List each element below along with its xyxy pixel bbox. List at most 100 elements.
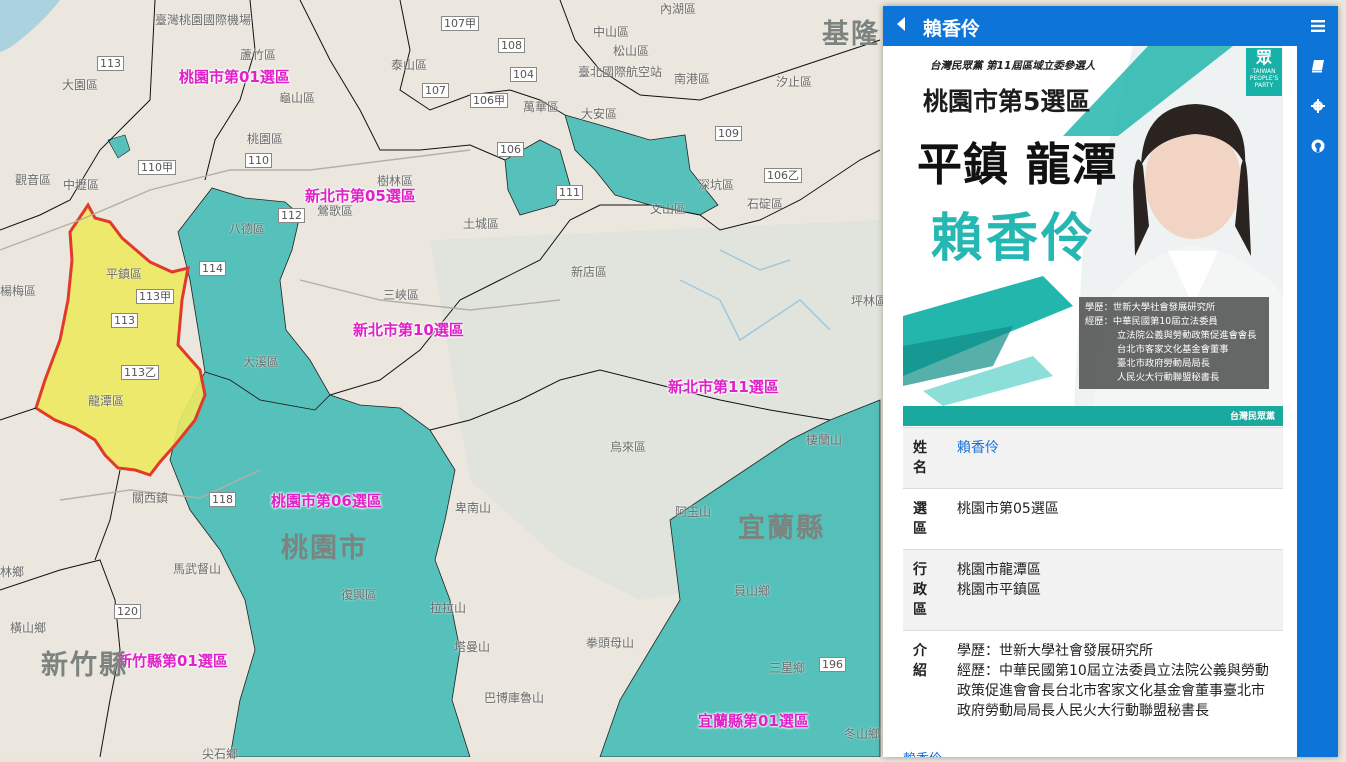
info-key: 行政區: [903, 549, 947, 631]
gear-glyph: [1310, 99, 1325, 113]
poster-cv-line: 臺北市政府勞動局局長: [1117, 358, 1210, 369]
poster-towns-line: 平鎮 龍潭: [917, 138, 1118, 191]
info-key: 選區: [903, 488, 947, 550]
town-label: 土城區: [463, 217, 500, 231]
sidebar-tabs: [1297, 40, 1338, 757]
candidate-bottom-link[interactable]: 賴香伶: [903, 748, 942, 757]
poster-party-line: 台灣民眾黨 第11屆區域立委參選人: [930, 60, 1096, 72]
town-label: 平鎮區: [106, 267, 143, 281]
info-value-line: 桃園市龍潭區: [957, 562, 1041, 578]
github-icon[interactable]: [1297, 126, 1338, 166]
road-label: 107: [422, 83, 449, 98]
sidebar-panel: 賴香伶 台灣民眾黨 第11屆區域立委參選人 桃園市第5選區 平鎮 龍潭 賴香伶 …: [883, 6, 1338, 757]
town-label: 桃園區: [247, 132, 284, 146]
road-label: 113乙: [121, 365, 159, 380]
town-label: 阿玉山: [675, 505, 712, 519]
info-value-line: 經歷：中華民國第10屆立法委員立法院公義與勞動政策促進會會長台北市客家文化基金會…: [957, 663, 1269, 719]
road-label: 110: [245, 153, 272, 168]
poster-cv-line: 經歷：中華民國第10屆立法委員: [1085, 316, 1218, 327]
town-label: 馬武督山: [173, 562, 222, 576]
sidebar-content[interactable]: 台灣民眾黨 第11屆區域立委參選人 桃園市第5選區 平鎮 龍潭 賴香伶 眾 TA…: [903, 46, 1283, 757]
town-label: 員山鄉: [734, 584, 771, 598]
town-label: 拳頭母山: [586, 636, 635, 650]
town-label: 楊梅區: [0, 284, 37, 298]
town-label: 鶯歌區: [317, 204, 354, 218]
town-label: 塔曼山: [454, 640, 491, 654]
road-label: 113: [97, 56, 124, 71]
road-label: 112: [278, 208, 305, 223]
road-label: 111: [556, 185, 583, 200]
town-label: 泰山區: [391, 58, 428, 72]
town-label: 蘆竹區: [240, 48, 277, 62]
poster-footer-text: 台灣民眾黨: [1229, 412, 1275, 422]
candidate-name-link[interactable]: 賴香伶: [957, 440, 999, 456]
info-value: 桃園市龍潭區 桃園市平鎮區: [947, 549, 1283, 631]
candidate-info-table: 姓名 賴香伶 選區 桃園市第05選區 行政區 桃園市龍潭區 桃園市平鎮區 介紹 …: [903, 427, 1283, 731]
info-value: 桃園市第05選區: [947, 488, 1283, 550]
town-label: 巴博庫魯山: [484, 691, 545, 705]
town-label: 三星鄉: [769, 661, 806, 675]
candidate-poster: 台灣民眾黨 第11屆區域立委參選人 桃園市第5選區 平鎮 龍潭 賴香伶 眾 TA…: [903, 46, 1283, 426]
town-label: 關西鎮: [132, 491, 169, 505]
town-label: 棲蘭山: [806, 433, 843, 447]
back-icon[interactable]: [897, 17, 905, 31]
town-label: 大溪區: [243, 355, 280, 369]
district-label: 宜蘭縣第01選區: [698, 712, 809, 730]
road-label: 104: [510, 67, 537, 82]
town-label: 卑南山: [455, 501, 492, 515]
hamburger-glyph: [1310, 20, 1325, 32]
poster-cv-line: 學歷：世新大學社會發展研究所: [1085, 302, 1216, 313]
party-logo-text: TAIWAN PEOPLE'S PARTY: [1249, 68, 1279, 89]
town-label: 臺灣桃園國際機場: [155, 13, 252, 27]
town-label: 三峽區: [383, 288, 420, 302]
town-label: 復興區: [341, 588, 378, 602]
info-value: 學歷：世新大學社會發展研究所 經歷：中華民國第10屆立法委員立法院公義與勞動政策…: [947, 630, 1283, 731]
town-label: 內湖區: [660, 2, 697, 16]
city-label: 宜蘭縣: [738, 513, 825, 544]
town-label: 汐止區: [776, 75, 813, 89]
town-label: 龍潭區: [88, 394, 125, 408]
book-icon[interactable]: [1297, 46, 1338, 86]
road-label: 106: [497, 142, 524, 157]
district-label: 桃園市第06選區: [271, 492, 382, 510]
road-label: 114: [199, 261, 226, 276]
info-value-line: 桃園市平鎮區: [957, 582, 1041, 598]
district-label: 桃園市第01選區: [179, 68, 290, 86]
town-label: 南港區: [674, 72, 711, 86]
info-key: 姓名: [903, 427, 947, 489]
road-label: 120: [114, 604, 141, 619]
road-label: 108: [498, 38, 525, 53]
info-row-intro: 介紹 學歷：世新大學社會發展研究所 經歷：中華民國第10屆立法委員立法院公義與勞…: [903, 630, 1283, 731]
district-label: 新北市第10選區: [353, 321, 464, 339]
town-label: 大園區: [62, 78, 99, 92]
town-label: 八德區: [229, 222, 266, 236]
town-label: 中山區: [593, 25, 630, 39]
town-label: 深坑區: [698, 178, 735, 192]
road-label: 106乙: [764, 168, 802, 183]
party-logo: 眾 TAIWAN PEOPLE'S PARTY: [1246, 48, 1282, 96]
poster-cv-line: 台北市客家文化基金會董事: [1117, 344, 1229, 355]
road-label: 113: [111, 313, 138, 328]
road-label: 106甲: [470, 93, 508, 108]
town-label: 大安區: [581, 107, 618, 121]
town-label: 林鄉: [0, 565, 25, 579]
poster-district-line: 桃園市第5選區: [923, 87, 1091, 116]
town-label: 松山區: [613, 44, 650, 58]
road-label: 110甲: [138, 160, 176, 175]
book-glyph: [1311, 60, 1324, 73]
town-label: 中壢區: [63, 178, 100, 192]
party-logo-mark: 眾: [1255, 48, 1272, 67]
town-label: 坪林區: [851, 294, 888, 308]
sidebar-header: 賴香伶: [883, 6, 1338, 46]
district-label: 新北市第11選區: [668, 378, 779, 396]
info-row-name: 姓名 賴香伶: [903, 427, 1283, 489]
town-label: 萬華區: [523, 100, 560, 114]
district-label: 新竹縣第01選區: [117, 652, 228, 670]
town-label: 樹林區: [377, 174, 414, 188]
road-label: 109: [715, 126, 742, 141]
town-label: 冬山鄉: [844, 727, 881, 741]
gear-icon[interactable]: [1297, 86, 1338, 126]
town-label: 觀音區: [15, 173, 52, 187]
info-value: 賴香伶: [947, 427, 1283, 489]
info-value-line: 學歷：世新大學社會發展研究所: [957, 643, 1153, 659]
